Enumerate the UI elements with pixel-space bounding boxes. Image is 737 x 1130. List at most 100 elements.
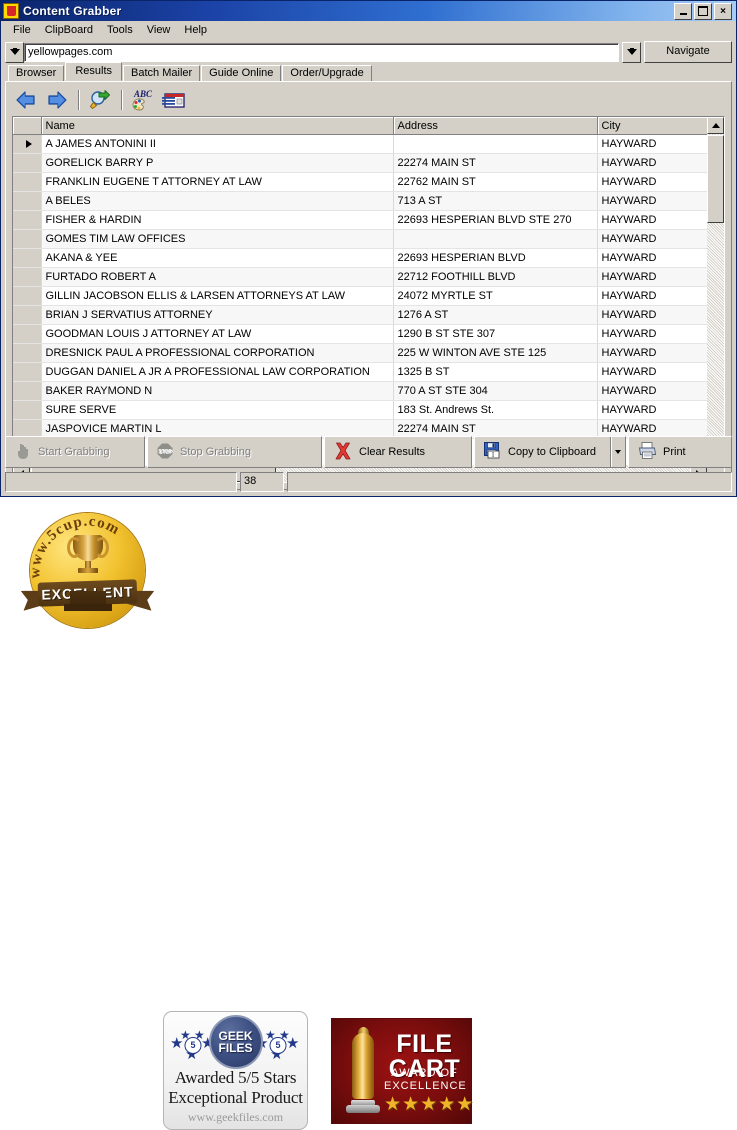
cell-address[interactable]: 183 St. Andrews St.	[393, 401, 597, 420]
cell-address[interactable]: 22693 HESPERIAN BLVD	[393, 249, 597, 268]
table-row[interactable]: GILLIN JACOBSON ELLIS & LARSEN ATTORNEYS…	[13, 287, 707, 306]
cell-name[interactable]: BAKER RAYMOND N	[41, 382, 393, 401]
cell-name[interactable]: GOODMAN LOUIS J ATTORNEY AT LAW	[41, 325, 393, 344]
table-row[interactable]: A BELES713 A STHAYWARD	[13, 192, 707, 211]
cell-name[interactable]: GILLIN JACOBSON ELLIS & LARSEN ATTORNEYS…	[41, 287, 393, 306]
cell-address[interactable]: 770 A ST STE 304	[393, 382, 597, 401]
cell-city[interactable]: HAYWARD	[597, 287, 707, 306]
table-row[interactable]: FURTADO ROBERT A22712 FOOTHILL BLVDHAYWA…	[13, 268, 707, 287]
cell-city[interactable]: HAYWARD	[597, 268, 707, 287]
cell-city[interactable]: HAYWARD	[597, 344, 707, 363]
cell-name[interactable]: BRIAN J SERVATIUS ATTORNEY	[41, 306, 393, 325]
cell-city[interactable]: HAYWARD	[597, 249, 707, 268]
cell-name[interactable]: A JAMES ANTONINI II	[41, 135, 393, 154]
row-indicator-cell[interactable]	[13, 173, 41, 192]
address-card-icon[interactable]	[160, 87, 188, 113]
tab-guide-online[interactable]: Guide Online	[201, 65, 281, 82]
back-icon[interactable]	[12, 87, 40, 113]
cell-name[interactable]: GOMES TIM LAW OFFICES	[41, 230, 393, 249]
cell-city[interactable]: HAYWARD	[597, 173, 707, 192]
row-indicator-cell[interactable]	[13, 363, 41, 382]
menu-item-view[interactable]: View	[141, 23, 179, 38]
cell-city[interactable]: HAYWARD	[597, 401, 707, 420]
table-row[interactable]: DUGGAN DANIEL A JR A PROFESSIONAL LAW CO…	[13, 363, 707, 382]
cell-address[interactable]	[393, 135, 597, 154]
tab-results[interactable]: Results	[65, 62, 122, 81]
table-row[interactable]: BAKER RAYMOND N770 A ST STE 304HAYWARD	[13, 382, 707, 401]
clear-results-button[interactable]: Clear Results	[324, 436, 472, 468]
row-indicator-cell[interactable]	[13, 192, 41, 211]
row-indicator-cell[interactable]	[13, 154, 41, 173]
column-header-city[interactable]: City	[597, 117, 707, 135]
tab-browser[interactable]: Browser	[8, 65, 64, 82]
cell-city[interactable]: HAYWARD	[597, 154, 707, 173]
column-header-indicator[interactable]	[13, 117, 41, 135]
row-indicator-cell[interactable]	[13, 135, 41, 154]
menu-item-file[interactable]: File	[7, 23, 39, 38]
table-row[interactable]: A JAMES ANTONINI II HAYWARD	[13, 135, 707, 154]
row-indicator-cell[interactable]	[13, 382, 41, 401]
address-input[interactable]	[24, 43, 619, 62]
column-header-name[interactable]: Name	[41, 117, 393, 135]
cell-address[interactable]: 24072 MYRTLE ST	[393, 287, 597, 306]
menu-item-tools[interactable]: Tools	[101, 23, 141, 38]
row-indicator-cell[interactable]	[13, 249, 41, 268]
cell-name[interactable]: AKANA & YEE	[41, 249, 393, 268]
row-indicator-cell[interactable]	[13, 344, 41, 363]
copy-to-clipboard-main[interactable]: I Copy to Clipboard	[475, 437, 610, 467]
row-indicator-cell[interactable]	[13, 230, 41, 249]
copy-dropdown-icon[interactable]	[610, 437, 625, 467]
history-dropdown-icon[interactable]	[5, 42, 24, 63]
cell-address[interactable]: 22762 MAIN ST	[393, 173, 597, 192]
cell-city[interactable]: HAYWARD	[597, 192, 707, 211]
table-row[interactable]: AKANA & YEE22693 HESPERIAN BLVDHAYWARD	[13, 249, 707, 268]
start-grabbing-button[interactable]: Start Grabbing	[5, 436, 145, 468]
table-row[interactable]: SURE SERVE183 St. Andrews St.HAYWARD	[13, 401, 707, 420]
maximize-button[interactable]	[694, 3, 712, 20]
dropdown-arrow-icon[interactable]	[622, 42, 641, 63]
cell-address[interactable]: 22693 HESPERIAN BLVD STE 270	[393, 211, 597, 230]
cell-name[interactable]: FRANKLIN EUGENE T ATTORNEY AT LAW	[41, 173, 393, 192]
cell-name[interactable]: FISHER & HARDIN	[41, 211, 393, 230]
cell-city[interactable]: HAYWARD	[597, 363, 707, 382]
cell-city[interactable]: HAYWARD	[597, 211, 707, 230]
table-row[interactable]: FISHER & HARDIN22693 HESPERIAN BLVD STE …	[13, 211, 707, 230]
cell-city[interactable]: HAYWARD	[597, 230, 707, 249]
table-row[interactable]: GORELICK BARRY P22274 MAIN STHAYWARD	[13, 154, 707, 173]
vertical-scrollbar[interactable]	[707, 117, 724, 465]
table-row[interactable]: GOODMAN LOUIS J ATTORNEY AT LAW1290 B ST…	[13, 325, 707, 344]
row-indicator-cell[interactable]	[13, 325, 41, 344]
row-indicator-cell[interactable]	[13, 287, 41, 306]
vertical-scroll-thumb[interactable]	[707, 135, 724, 223]
column-header-address[interactable]: Address	[393, 117, 597, 135]
table-row[interactable]: FRANKLIN EUGENE T ATTORNEY AT LAW22762 M…	[13, 173, 707, 192]
cell-address[interactable]: 1325 B ST	[393, 363, 597, 382]
stop-grabbing-button[interactable]: STOP Stop Grabbing	[147, 436, 322, 468]
tab-order-upgrade[interactable]: Order/Upgrade	[282, 65, 371, 82]
tab-batch-mailer[interactable]: Batch Mailer	[123, 65, 200, 82]
forward-icon[interactable]	[43, 87, 71, 113]
cell-city[interactable]: HAYWARD	[597, 382, 707, 401]
cell-name[interactable]: FURTADO ROBERT A	[41, 268, 393, 287]
table-row[interactable]: GOMES TIM LAW OFFICES HAYWARD	[13, 230, 707, 249]
cell-name[interactable]: SURE SERVE	[41, 401, 393, 420]
row-indicator-cell[interactable]	[13, 401, 41, 420]
cell-address[interactable]: 22274 MAIN ST	[393, 154, 597, 173]
cell-city[interactable]: HAYWARD	[597, 135, 707, 154]
cell-address[interactable]: 713 A ST	[393, 192, 597, 211]
close-button[interactable]: ×	[714, 3, 732, 20]
table-row[interactable]: DRESNICK PAUL A PROFESSIONAL CORPORATION…	[13, 344, 707, 363]
row-indicator-cell[interactable]	[13, 211, 41, 230]
scroll-up-button[interactable]	[707, 117, 724, 134]
cell-name[interactable]: A BELES	[41, 192, 393, 211]
table-row[interactable]: BRIAN J SERVATIUS ATTORNEY1276 A STHAYWA…	[13, 306, 707, 325]
row-indicator-cell[interactable]	[13, 268, 41, 287]
cell-city[interactable]: HAYWARD	[597, 306, 707, 325]
cell-address[interactable]: 225 W WINTON AVE STE 125	[393, 344, 597, 363]
menu-item-help[interactable]: Help	[178, 23, 215, 38]
cell-city[interactable]: HAYWARD	[597, 325, 707, 344]
minimize-button[interactable]	[674, 3, 692, 20]
menu-item-clipboard[interactable]: ClipBoard	[39, 23, 101, 38]
cell-address[interactable]: 22712 FOOTHILL BLVD	[393, 268, 597, 287]
navigate-button[interactable]: Navigate	[644, 41, 732, 63]
